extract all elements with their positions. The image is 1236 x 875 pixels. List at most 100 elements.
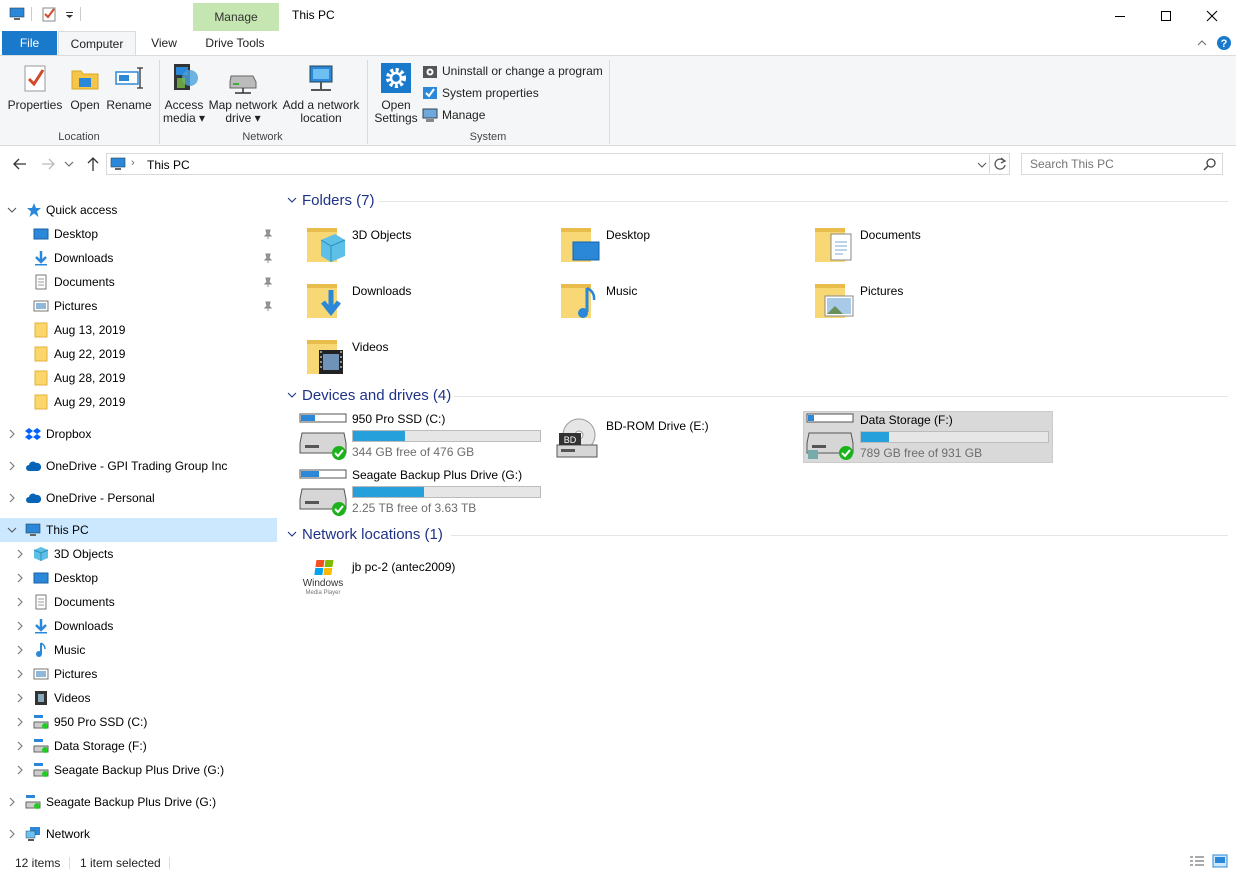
nav-pc-3d-objects[interactable]: 3D Objects [0,542,277,566]
nav-pc-music[interactable]: Music [0,638,277,662]
nav-qa-downloads[interactable]: Downloads [0,246,277,270]
uninstall-program-button[interactable]: Uninstall or change a program [422,62,603,80]
nav-qa-folder[interactable]: Aug 22, 2019 [0,342,277,366]
back-button[interactable] [12,157,28,174]
rename-icon [113,62,145,94]
nav-qa-documents[interactable]: Documents [0,270,277,294]
access-media-button[interactable]: Access media ▾ [162,62,206,125]
nav-qa-pictures[interactable]: Pictures [0,294,277,318]
folder-downloads[interactable]: Downloads [281,272,531,326]
nav-dropbox[interactable]: Dropbox [0,422,277,446]
nav-pc-desktop[interactable]: Desktop [0,566,277,590]
nav-pc-videos[interactable]: Videos [0,686,277,710]
large-icons-view-button[interactable] [1212,854,1228,871]
search-input[interactable] [1030,155,1200,173]
refresh-button[interactable] [990,153,1010,175]
nav-pc-drive-f[interactable]: Data Storage (F:) [0,734,277,758]
pin-icon [263,301,273,311]
nav-onedrive-business[interactable]: OneDrive - GPI Trading Group Inc [0,454,277,478]
tab-manage[interactable]: Manage [193,3,279,32]
nav-onedrive-personal[interactable]: OneDrive - Personal [0,486,277,510]
nav-pc-downloads[interactable]: Downloads [0,614,277,638]
properties-button[interactable]: Properties [7,62,63,112]
nav-label: Dropbox [46,427,92,441]
network-locations-group-header[interactable]: Network locations (1) [281,523,443,545]
details-view-button[interactable] [1189,855,1205,872]
nav-label: Seagate Backup Plus Drive (G:) [54,763,225,777]
search-icon[interactable] [1203,157,1217,174]
nav-this-pc[interactable]: This PC [0,518,277,542]
network-location-item[interactable]: Windows Media Player jb pc-2 (antec2009) [295,552,545,602]
chevron-down-icon [7,207,17,213]
nav-qa-folder[interactable]: Aug 13, 2019 [0,318,277,342]
folder-desktop[interactable]: Desktop [535,216,785,270]
map-network-drive-button[interactable]: Map network drive ▾ [207,62,279,125]
content-pane: Folders (7) 3D Objects Desktop Documents… [281,182,1236,850]
manage-button[interactable]: Manage [422,106,485,124]
drives-group-header[interactable]: Devices and drives (4) [281,384,451,406]
nav-pc-drive-g[interactable]: Seagate Backup Plus Drive (G:) [0,758,277,782]
drive-c[interactable]: 950 Pro SSD (C:) 344 GB free of 476 GB [295,411,545,463]
add-network-location-button[interactable]: Add a network location [281,62,361,125]
separator [80,7,81,21]
nav-label: OneDrive - Personal [46,491,155,505]
open-button[interactable]: Open [66,62,104,112]
drive-e[interactable]: BD BD-ROM Drive (E:) [549,411,799,463]
open-settings-button[interactable]: Open Settings [372,62,420,125]
nav-network[interactable]: Network [0,822,277,846]
computer-icon[interactable] [9,6,25,22]
recent-locations-button[interactable] [64,158,74,172]
nav-seagate-drive[interactable]: Seagate Backup Plus Drive (G:) [0,790,277,814]
folders-group-header[interactable]: Folders (7) [281,189,375,211]
system-properties-button[interactable]: System properties [422,84,539,102]
uninstall-icon [422,63,438,79]
collapse-ribbon-button[interactable] [1196,37,1208,52]
folder-documents[interactable]: Documents [789,216,1039,270]
customize-quick-access-icon[interactable] [62,6,78,22]
folder-pictures[interactable]: Pictures [789,272,1039,326]
minimize-button[interactable] [1097,0,1143,31]
address-bar[interactable]: › This PC [106,153,990,175]
drive-g[interactable]: Seagate Backup Plus Drive (G:) 2.25 TB f… [295,467,545,519]
nav-pc-pictures[interactable]: Pictures [0,662,277,686]
nav-pc-drive-c[interactable]: 950 Pro SSD (C:) [0,710,277,734]
chevron-right-icon [9,461,15,471]
breadcrumb-this-pc[interactable]: This PC [147,158,190,172]
address-dropdown-button[interactable] [977,159,987,173]
folder-label: Documents [860,228,921,242]
computer-icon [25,523,41,536]
help-icon: ? [1217,36,1231,50]
chevron-right-icon [9,429,15,439]
drive-free-space: 789 GB free of 931 GB [860,446,983,460]
maximize-button[interactable] [1143,0,1189,31]
nav-label: Aug 13, 2019 [54,323,126,337]
tab-drive-tools[interactable]: Drive Tools [195,31,275,55]
folder-3d-objects[interactable]: 3D Objects [281,216,531,270]
folder-music[interactable]: Music [535,272,785,326]
pictures-icon [33,668,49,680]
chevron-down-icon [64,161,74,167]
folder-videos[interactable]: Videos [281,328,531,382]
tab-computer[interactable]: Computer [58,31,136,56]
forward-button[interactable] [40,157,56,174]
nav-pc-documents[interactable]: Documents [0,590,277,614]
close-button[interactable] [1189,0,1235,31]
tab-view[interactable]: View [140,31,188,55]
breadcrumb-chevron[interactable]: › [131,157,135,169]
nav-qa-desktop[interactable]: Desktop [0,222,277,246]
drive-free-space: 344 GB free of 476 GB [352,445,475,459]
add-network-location-label: Add a network location [282,98,360,125]
help-button[interactable]: ? [1216,35,1232,54]
nav-quick-access[interactable]: Quick access [0,198,277,222]
nav-qa-folder[interactable]: Aug 28, 2019 [0,366,277,390]
folder-label: Music [606,284,638,298]
properties-icon[interactable] [41,6,57,22]
nav-qa-folder[interactable]: Aug 29, 2019 [0,390,277,414]
network-header-label: Network locations (1) [302,525,443,543]
drive-f[interactable]: Data Storage (F:) 789 GB free of 931 GB [803,411,1053,463]
rename-button[interactable]: Rename [106,62,152,112]
ribbon: Properties Open Rename Location Access me… [0,55,1236,146]
nav-label: Downloads [54,619,114,633]
tab-file[interactable]: File [2,31,57,55]
up-button[interactable] [86,156,100,175]
